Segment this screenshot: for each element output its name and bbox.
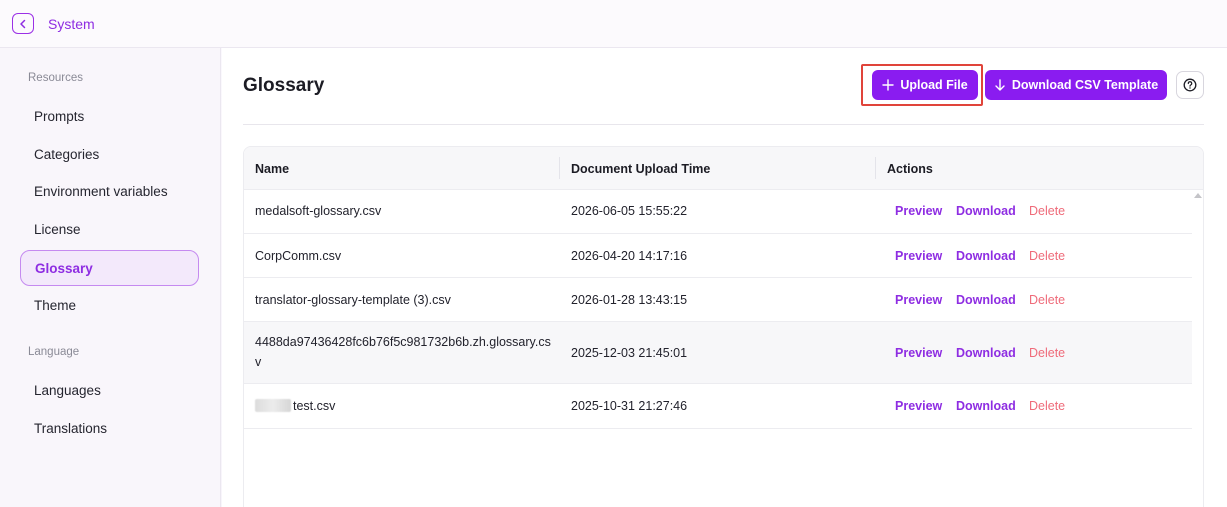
download-link[interactable]: Download [956,249,1016,263]
sidebar-item-languages[interactable]: Languages [20,372,199,408]
download-csv-template-label: Download CSV Template [1011,78,1159,92]
sidebar: Resources Prompts Categories Environment… [0,48,221,507]
chevron-left-icon [20,19,26,28]
column-divider [559,157,560,179]
plus-icon [882,79,895,91]
download-link[interactable]: Download [956,293,1016,307]
delete-link[interactable]: Delete [1029,346,1065,360]
delete-link[interactable]: Delete [1029,249,1065,263]
preview-link[interactable]: Preview [895,346,942,360]
sidebar-section-language: Language [28,346,80,358]
scrollbar-up-arrow[interactable] [1194,193,1202,198]
file-name: 4488da97436428fc6b76f5c981732b6b.zh.glos… [255,335,551,369]
table-row[interactable]: 4488da97436428fc6b76f5c981732b6b.zh.glos… [244,322,1192,384]
download-link[interactable]: Download [956,346,1016,360]
redacted-text [255,399,291,412]
preview-link[interactable]: Preview [895,249,942,263]
back-button[interactable] [12,13,34,34]
table-row[interactable]: translator-glossary-template (3).csv 202… [244,278,1192,322]
column-header-actions: Actions [887,161,933,176]
sidebar-item-theme[interactable]: Theme [20,287,199,323]
delete-link[interactable]: Delete [1029,293,1065,307]
preview-link[interactable]: Preview [895,399,942,413]
preview-link[interactable]: Preview [895,204,942,218]
upload-time: 2026-06-05 15:55:22 [571,204,688,218]
sidebar-item-prompts[interactable]: Prompts [20,98,199,134]
page-title: Glossary [243,75,325,96]
table-row[interactable]: CorpComm.csv 2026-04-20 14:17:16 Preview… [244,234,1192,278]
file-name: CorpComm.csv [255,249,342,263]
column-header-name[interactable]: Name [255,147,289,190]
upload-time: 2026-04-20 14:17:16 [571,249,688,263]
upload-time: 2026-01-28 13:43:15 [571,293,688,307]
column-divider [875,157,876,179]
column-header-upload-time[interactable]: Document Upload Time [571,147,710,190]
question-circle-icon [1183,78,1197,92]
download-link[interactable]: Download [956,204,1016,218]
sidebar-section-resources: Resources [28,72,83,84]
upload-file-button[interactable]: Upload File [872,70,978,100]
file-name: test.csv [255,396,335,416]
title-divider [243,124,1204,125]
help-button[interactable] [1176,71,1204,99]
download-link[interactable]: Download [956,399,1016,413]
sidebar-item-translations[interactable]: Translations [20,410,199,446]
download-csv-template-button[interactable]: Download CSV Template [985,70,1167,100]
upload-time: 2025-12-03 21:45:01 [571,346,688,360]
sidebar-item-glossary[interactable]: Glossary [20,250,199,286]
file-name: medalsoft-glossary.csv [255,204,382,218]
preview-link[interactable]: Preview [895,293,942,307]
main-content: Glossary Upload File Download CSV Templa… [222,48,1227,507]
glossary-table: Name Document Upload Time Actions medals… [243,146,1204,507]
arrow-down-icon [995,79,1005,91]
app-window: System Resources Prompts Categories Envi… [0,0,1227,507]
file-name: translator-glossary-template (3).csv [255,293,451,307]
table-header: Name Document Upload Time Actions [244,147,1203,190]
top-bar: System [0,0,1227,48]
sidebar-item-license[interactable]: License [20,211,199,247]
sidebar-item-categories[interactable]: Categories [20,136,199,172]
delete-link[interactable]: Delete [1029,399,1065,413]
delete-link[interactable]: Delete [1029,204,1065,218]
upload-time: 2025-10-31 21:27:46 [571,399,688,413]
upload-file-label: Upload File [900,78,968,92]
table-row[interactable]: medalsoft-glossary.csv 2026-06-05 15:55:… [244,190,1192,234]
table-row[interactable]: test.csv 2025-10-31 21:27:46 Preview Dow… [244,384,1192,429]
sidebar-item-environment-variables[interactable]: Environment variables [20,173,199,209]
topbar-title: System [48,16,95,32]
file-name-text: test.csv [293,399,336,413]
